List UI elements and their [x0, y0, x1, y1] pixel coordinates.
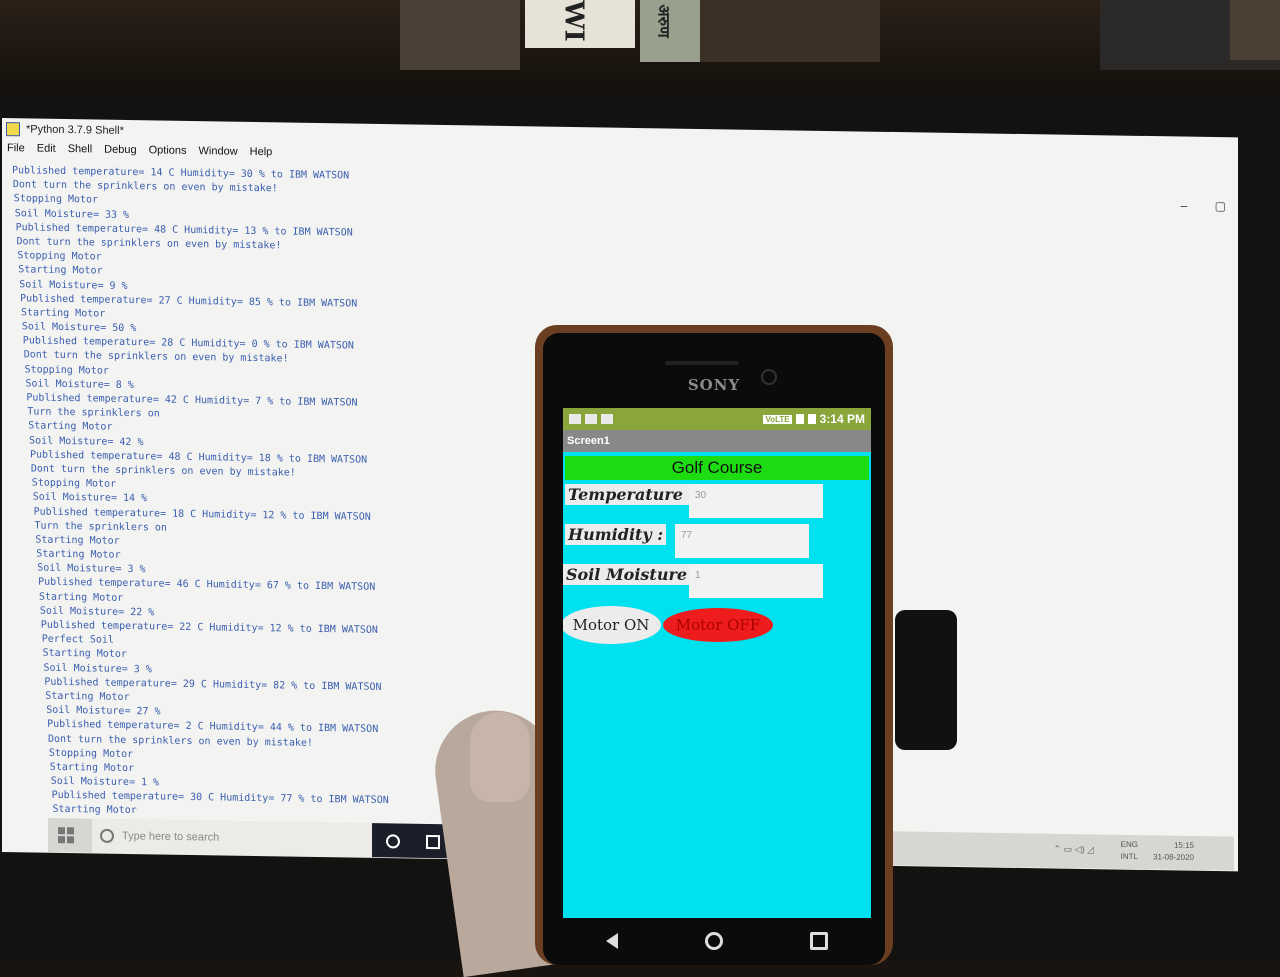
image-icon	[601, 414, 613, 424]
motor-on-button[interactable]: Motor ON	[563, 606, 661, 644]
book-spine	[1230, 0, 1280, 60]
book-spine: WI	[525, 0, 635, 48]
signal-icon	[795, 414, 804, 424]
book-spine-text: अरुण	[654, 4, 674, 38]
status-right: VoLTE 3:14 PM	[763, 412, 865, 426]
back-icon[interactable]	[606, 933, 619, 949]
temperature-field[interactable]: 30	[689, 484, 823, 518]
thumb	[470, 712, 530, 802]
android-status-bar: VoLTE 3:14 PM	[563, 408, 871, 430]
notification-icons	[569, 414, 613, 424]
book-spine	[700, 0, 880, 62]
task-view-icon	[426, 834, 440, 850]
humidity-row: Humidity : 77	[563, 520, 871, 560]
home-icon[interactable]	[704, 932, 723, 950]
clock[interactable]: 15:15 31-08-2020	[1153, 839, 1194, 864]
phone-brand: SONY	[687, 376, 741, 394]
soil-moisture-row: Soil Moisture : 1	[563, 560, 871, 600]
smartphone: SONY VoLTE 3:14 PM Screen1 Golf Course T…	[535, 325, 893, 965]
search-icon	[100, 828, 114, 844]
battery-icon	[807, 414, 816, 424]
shell-output[interactable]: Published temperature= 14 C Humidity= 30…	[12, 164, 472, 824]
menu-debug[interactable]: Debug	[103, 144, 137, 161]
window-controls: – ▢	[1157, 198, 1226, 214]
phone-display: VoLTE 3:14 PM Screen1 Golf Course Temper…	[563, 408, 871, 918]
clock-date: 31-08-2020	[1153, 852, 1194, 863]
message-icon	[585, 414, 597, 424]
temperature-label: Temperature :	[565, 484, 698, 505]
language-indicator[interactable]: ENG INTL	[1121, 839, 1138, 863]
charging-cable	[895, 610, 957, 750]
temperature-row: Temperature : 30	[563, 480, 871, 520]
window-title: *Python 3.7.9 Shell*	[26, 123, 124, 137]
phone-speaker	[665, 361, 739, 365]
menu-shell[interactable]: Shell	[67, 143, 93, 159]
book-spine	[400, 0, 520, 70]
book-spine-text: WI	[558, 0, 589, 42]
heart-icon	[569, 414, 581, 424]
clock-time: 15:15	[1173, 840, 1194, 851]
recents-icon[interactable]	[809, 932, 828, 950]
maximize-button[interactable]: ▢	[1215, 199, 1226, 213]
minimize-button[interactable]: –	[1181, 199, 1188, 213]
status-time: 3:14 PM	[819, 412, 865, 426]
menu-options[interactable]: Options	[148, 144, 188, 161]
soil-moisture-label: Soil Moisture :	[563, 564, 702, 585]
language-code: ENG	[1120, 839, 1138, 850]
app-title: Golf Course	[565, 456, 869, 480]
motor-off-button[interactable]: Motor OFF	[663, 608, 773, 642]
volte-badge: VoLTE	[763, 414, 792, 424]
motor-controls: Motor ON Motor OFF	[563, 600, 871, 644]
phone-front: SONY VoLTE 3:14 PM Screen1 Golf Course T…	[543, 333, 885, 965]
menu-window[interactable]: Window	[198, 145, 239, 162]
app-screen-title: Screen1	[563, 430, 871, 452]
python-shell-icon	[6, 122, 20, 137]
menu-help[interactable]: Help	[249, 146, 274, 162]
book-spine: अरुण	[640, 0, 700, 62]
humidity-field[interactable]: 77	[675, 524, 809, 558]
tray-icons[interactable]: ⌃ ▭ ◁) ◿	[1054, 844, 1094, 856]
cortana-button[interactable]	[372, 823, 412, 858]
menu-bar: File Edit Shell Debug Options Window Hel…	[6, 142, 273, 162]
keyboard-layout: INTL	[1120, 851, 1138, 862]
soil-moisture-field[interactable]: 1	[689, 564, 823, 598]
menu-file[interactable]: File	[6, 142, 26, 158]
taskbar-search-input[interactable]: Type here to search	[92, 818, 372, 858]
humidity-label: Humidity :	[565, 524, 667, 545]
cortana-icon	[386, 834, 400, 849]
menu-edit[interactable]: Edit	[36, 143, 57, 159]
android-nav-bar	[563, 921, 871, 961]
windows-start-icon[interactable]	[58, 827, 74, 844]
